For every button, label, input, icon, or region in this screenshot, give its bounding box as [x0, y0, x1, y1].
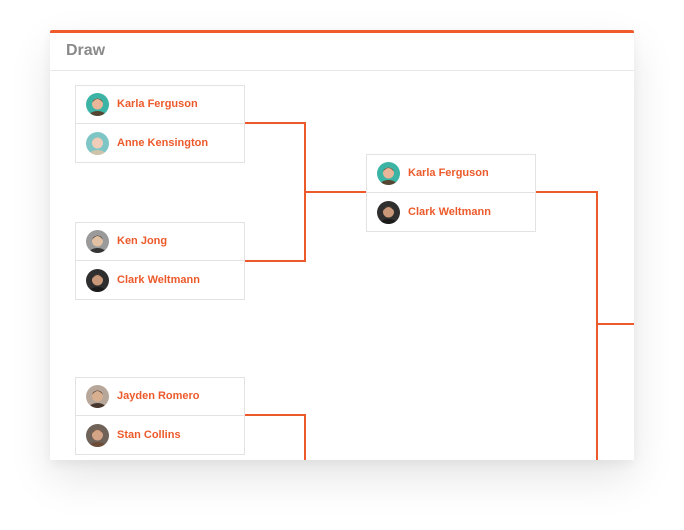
- match-card: Karla Ferguson Clark Weltmann: [366, 154, 536, 232]
- player-slot[interactable]: Ken Jong: [76, 223, 244, 261]
- bracket-connector-line: [245, 192, 306, 262]
- player-slot[interactable]: Karla Ferguson: [76, 86, 244, 124]
- match-card: Ken Jong Clark Weltmann: [75, 222, 245, 300]
- bracket-connector-line: [536, 191, 634, 325]
- player-name[interactable]: Anne Kensington: [117, 137, 208, 149]
- draw-panel: Draw Karla Ferguson Anne Kensington Ken Jo…: [50, 30, 634, 460]
- avatar-jayden-romero: [86, 385, 109, 408]
- avatar-clark-weltmann: [86, 269, 109, 292]
- avatar-karla-ferguson: [377, 162, 400, 185]
- player-name[interactable]: Karla Ferguson: [117, 98, 198, 110]
- player-slot[interactable]: Stan Collins: [76, 417, 244, 455]
- match-card: Jayden Romero Stan Collins: [75, 377, 245, 455]
- player-name[interactable]: Karla Ferguson: [408, 167, 489, 179]
- player-slot[interactable]: Jayden Romero: [76, 378, 244, 416]
- player-name[interactable]: Clark Weltmann: [117, 274, 200, 286]
- avatar-anne-kensington: [86, 132, 109, 155]
- avatar-clark-weltmann: [377, 201, 400, 224]
- bracket-connector-line: [245, 414, 306, 460]
- match-card: Karla Ferguson Anne Kensington: [75, 85, 245, 163]
- player-name[interactable]: Ken Jong: [117, 235, 167, 247]
- player-slot[interactable]: Karla Ferguson: [367, 155, 535, 193]
- player-name[interactable]: Stan Collins: [117, 429, 181, 441]
- avatar-stan-collins: [86, 424, 109, 447]
- avatar-ken-jong: [86, 230, 109, 253]
- player-slot[interactable]: Clark Weltmann: [76, 262, 244, 300]
- player-slot[interactable]: Clark Weltmann: [367, 194, 535, 232]
- bracket-connector-line: [245, 122, 366, 193]
- player-name[interactable]: Clark Weltmann: [408, 206, 491, 218]
- player-slot[interactable]: Anne Kensington: [76, 125, 244, 163]
- player-name[interactable]: Jayden Romero: [117, 390, 200, 402]
- avatar-karla-ferguson: [86, 93, 109, 116]
